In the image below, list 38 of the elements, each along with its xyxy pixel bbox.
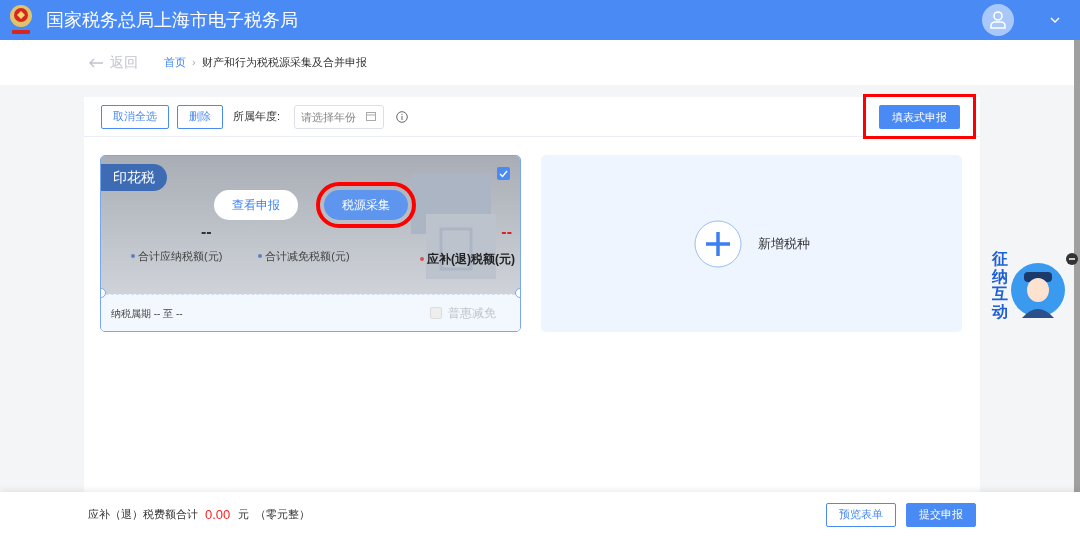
tax-tag: 印花税 xyxy=(101,164,167,191)
checkbox[interactable] xyxy=(497,167,510,180)
tax-period: 纳税属期 -- 至 -- xyxy=(111,306,183,321)
add-tax-label: 新增税种 xyxy=(757,234,810,253)
year-label: 所属年度: xyxy=(233,109,281,125)
footer-button[interactable]: 预览表单 xyxy=(826,502,896,527)
toolbar-button[interactable]: 取消全选 xyxy=(101,104,169,129)
plus-icon xyxy=(693,219,742,268)
total-label: 应补（退）税费额合计 xyxy=(88,507,198,523)
scrollbar[interactable] xyxy=(1074,40,1080,492)
info-icon[interactable] xyxy=(396,110,409,123)
site-title: 国家税务总局上海市电子税务局 xyxy=(46,8,298,32)
figure-drawing xyxy=(1010,262,1066,318)
year-field[interactable]: 请选择年份 xyxy=(294,105,385,129)
emblem-icon xyxy=(8,3,34,37)
fill-form-button[interactable]: 填表式申报 xyxy=(879,105,960,130)
breadcrumb-item: 财产和行为税税源采集及合并申报 xyxy=(201,55,367,71)
stat-label: 合计减免税额(元) xyxy=(258,248,350,265)
footer-button[interactable]: 提交申报 xyxy=(906,502,976,527)
total-amount: 0.00 xyxy=(205,505,231,524)
calendar-icon xyxy=(366,111,377,121)
action-button[interactable]: 查看申报 xyxy=(214,190,298,220)
breadcrumb-separator: › xyxy=(192,55,196,71)
avatar-icon[interactable] xyxy=(982,4,1014,36)
amount-in-words: （零元整） xyxy=(255,507,311,523)
breadcrumb-link[interactable]: 首页 xyxy=(164,54,186,71)
amount-value: -- xyxy=(201,222,212,242)
stat-label: 合计应纳税额(元) xyxy=(131,248,223,265)
assistant-label: 征纳互动 xyxy=(992,250,1008,321)
arrow-left-icon xyxy=(88,57,104,68)
payable-value: -- xyxy=(501,222,512,242)
minus-icon[interactable] xyxy=(1066,253,1078,265)
caret-icon[interactable] xyxy=(1050,16,1060,24)
add-tax-card[interactable]: 新增税种 xyxy=(541,155,962,332)
toolbar-button[interactable]: 删除 xyxy=(177,104,223,129)
assistant-widget[interactable]: 征纳互动 xyxy=(988,250,1070,330)
payable-label: 应补(退)税额(元) xyxy=(420,250,515,268)
unit-label: 元 xyxy=(238,507,250,523)
